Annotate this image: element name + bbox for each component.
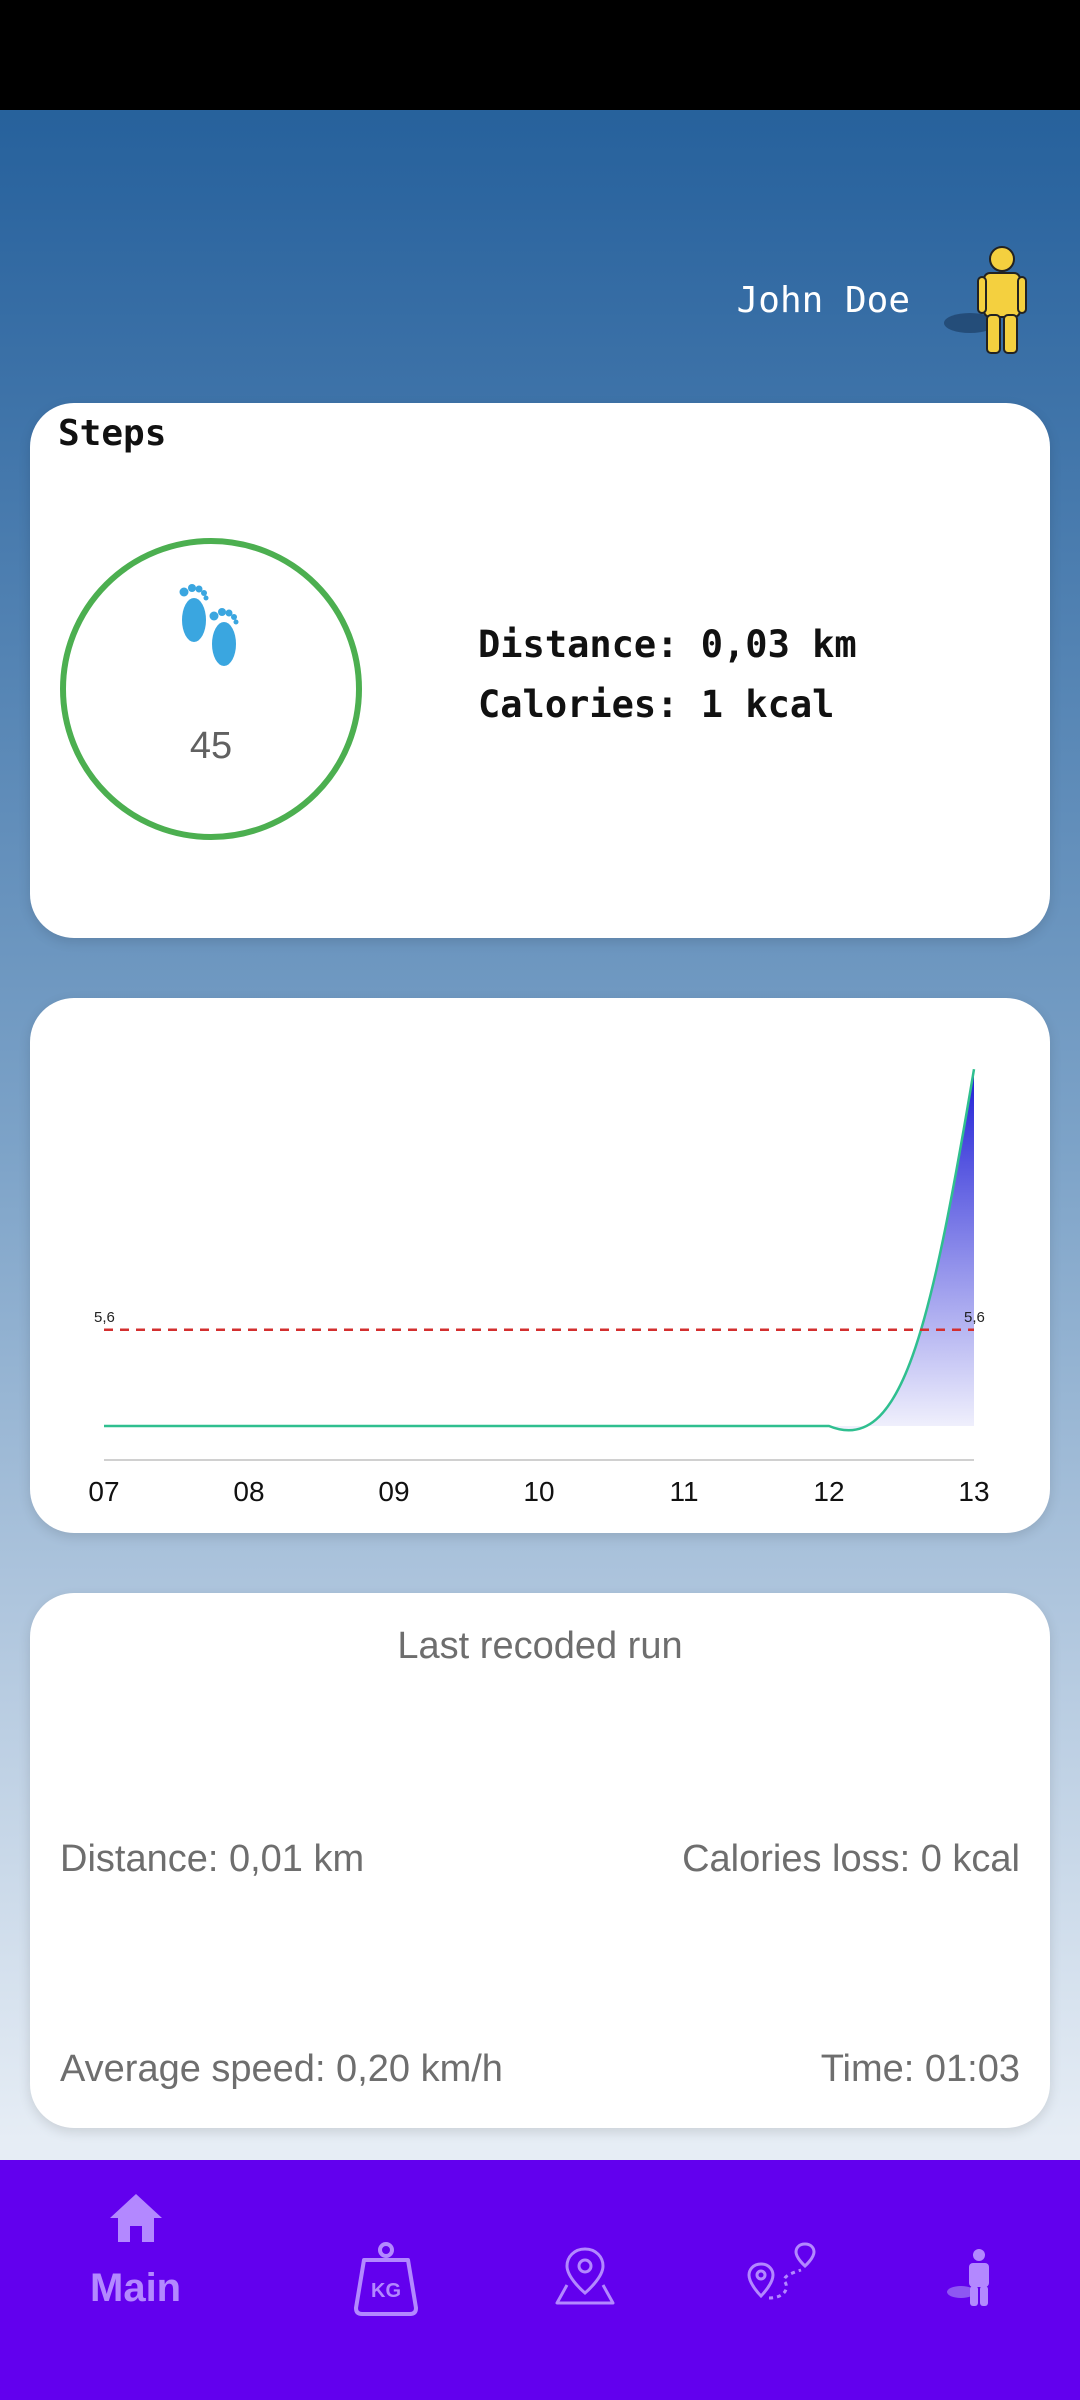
series-area <box>104 1069 974 1431</box>
nav-item-map[interactable] <box>555 2245 615 2307</box>
run-distance: Distance: 0,01 km <box>60 1838 365 1880</box>
route-icon <box>747 2242 816 2300</box>
run-time: Time: 01:03 <box>820 2048 1020 2090</box>
status-bar <box>0 0 1080 110</box>
footprints-icon <box>179 584 239 666</box>
steps-chart: 5,6 5,6 07 08 09 10 11 12 13 <box>88 1068 990 1507</box>
nav-label-main: Main <box>90 2266 182 2310</box>
x-tick-label: 08 <box>233 1476 264 1507</box>
calories-stat: Calories: 1 kcal <box>478 683 835 726</box>
run-calories: Calories loss: 0 kcal <box>682 1838 1020 1880</box>
steps-card[interactable]: Steps 45 Distance: 0,03 km Calories: 1 k… <box>30 403 1050 938</box>
distance-stat: Distance: 0,03 km <box>478 623 857 666</box>
bottom-navigation: Main KG <box>0 2160 1080 2400</box>
nav-item-route[interactable] <box>745 2242 821 2304</box>
steps-title: Steps <box>58 413 167 454</box>
steps-chart-card: 5,6 5,6 07 08 09 10 11 12 13 <box>30 998 1050 1533</box>
x-tick-label: 09 <box>378 1476 409 1507</box>
x-tick-label: 10 <box>523 1476 554 1507</box>
svg-text:KG: KG <box>371 2280 401 2302</box>
x-tick-label: 07 <box>88 1476 119 1507</box>
nav-item-profile[interactable] <box>945 2248 1001 2308</box>
user-name: John Doe <box>736 279 910 321</box>
x-tick-label: 13 <box>958 1476 989 1507</box>
user-header[interactable]: John Doe <box>737 245 1040 355</box>
steps-stats: Distance: 0,03 km Calories: 1 kcal <box>478 615 857 735</box>
person-icon <box>947 2249 989 2306</box>
reference-label-left: 5,6 <box>94 1309 115 1326</box>
nav-item-main[interactable]: Main <box>90 2188 181 2311</box>
x-tick-label: 12 <box>813 1476 844 1507</box>
nav-item-weight[interactable]: KG <box>350 2242 422 2318</box>
map-pin-icon <box>555 2247 615 2305</box>
home-icon <box>109 2194 162 2242</box>
steps-count: 45 <box>189 725 233 767</box>
person-icon[interactable] <box>940 245 1040 355</box>
series-line <box>104 1068 976 1432</box>
reference-label-right: 5,6 <box>964 1309 985 1326</box>
weight-kg-icon: KG <box>354 2242 418 2316</box>
run-average-speed: Average speed: 0,20 km/h <box>60 2048 503 2090</box>
run-title: Last recoded run <box>397 1625 683 1667</box>
last-run-card[interactable]: Last recoded run Distance: 0,01 km Calor… <box>30 1593 1050 2128</box>
x-tick-label: 11 <box>669 1476 698 1507</box>
